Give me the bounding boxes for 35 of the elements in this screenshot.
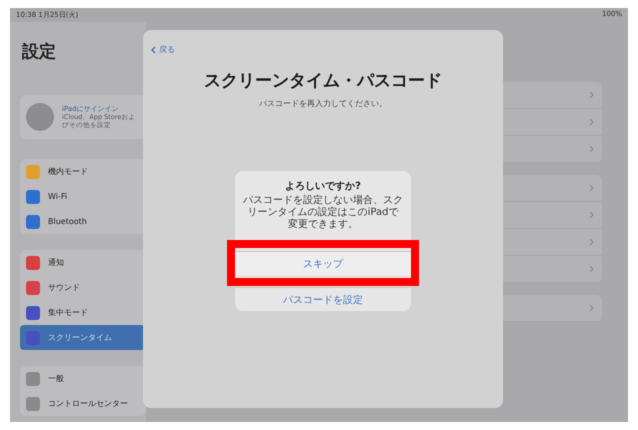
sidebar-item[interactable]: サウンド bbox=[20, 275, 146, 300]
alert-button[interactable]: パスコードを設定 bbox=[235, 287, 411, 311]
sidebar-item[interactable]: 集中モード bbox=[20, 300, 146, 325]
item-label: サウンド bbox=[48, 282, 80, 293]
settings-title: 設定 bbox=[22, 41, 57, 63]
sidebar-item[interactable]: 一般 bbox=[20, 366, 146, 391]
chevron-icon bbox=[589, 304, 594, 312]
sidebar-item[interactable]: スクリーンタイム bbox=[20, 325, 146, 350]
item-label: 一般 bbox=[48, 373, 64, 384]
alert-button[interactable]: スキップ bbox=[235, 251, 411, 275]
alert-title: よろしいですか? bbox=[284, 180, 362, 194]
chevron-icon bbox=[589, 145, 594, 153]
sidebar-item[interactable]: コントロールセンター bbox=[20, 391, 146, 416]
chevron-icon bbox=[589, 184, 594, 192]
chevron-icon bbox=[589, 91, 594, 99]
sheet-title: スクリーンタイム・パスコード bbox=[204, 70, 442, 92]
item-label: スクリーンタイム bbox=[48, 332, 112, 343]
item-label: Wi-Fi bbox=[48, 192, 68, 201]
back-chevron-icon bbox=[151, 46, 156, 54]
item-label: 機内モード bbox=[48, 166, 88, 177]
chevron-icon bbox=[589, 238, 594, 246]
sidebar-item[interactable]: 機内モード bbox=[20, 159, 146, 184]
item-label: 集中モード bbox=[48, 307, 88, 318]
chevron-icon bbox=[589, 211, 594, 219]
avatar-icon bbox=[26, 103, 54, 131]
sidebar-item[interactable]: Wi-Fi bbox=[20, 184, 146, 209]
item-label: Bluetooth bbox=[48, 217, 87, 226]
chevron-icon bbox=[589, 265, 594, 273]
alert-message: パスコードを設定しない場合、スクリーンタイムの設定はこのiPadで変更できます。 bbox=[242, 195, 404, 232]
sidebar-item[interactable]: 通知 bbox=[20, 250, 146, 275]
item-label: コントロールセンター bbox=[48, 398, 128, 409]
chevron-icon bbox=[589, 118, 594, 126]
item-label: 通知 bbox=[48, 257, 64, 268]
sheet-subtitle: パスコードを再入力してください。 bbox=[259, 98, 387, 109]
sidebar-item[interactable]: Bluetooth bbox=[20, 209, 146, 234]
